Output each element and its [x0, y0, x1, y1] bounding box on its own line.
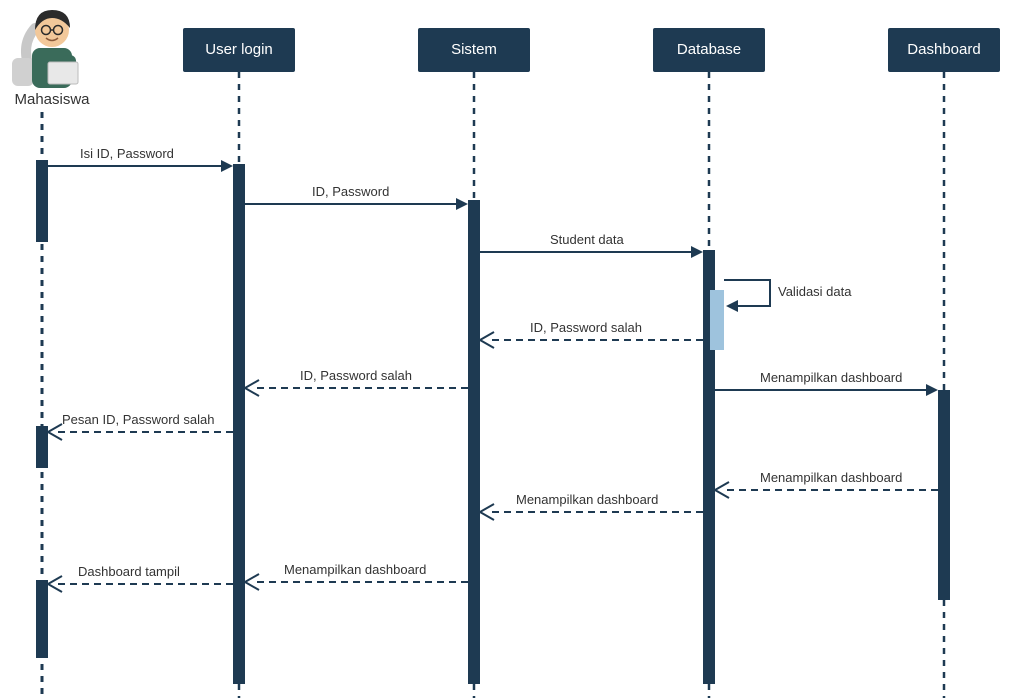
- message-m6: ID, Password salah: [245, 368, 468, 396]
- message-m4: Validasi data: [724, 280, 852, 312]
- label-m6: ID, Password salah: [300, 368, 412, 383]
- activation-sistem: [468, 200, 480, 684]
- message-m2: ID, Password: [245, 184, 468, 210]
- actor-label: Mahasiswa: [14, 91, 90, 108]
- activation-dashboard: [938, 390, 950, 600]
- database-label: Database: [677, 41, 741, 58]
- participant-dashboard: Dashboard: [888, 28, 1000, 72]
- activation-userlogin: [233, 164, 245, 684]
- message-m11: Menampilkan dashboard: [245, 562, 468, 590]
- label-m9: Menampilkan dashboard: [760, 470, 902, 485]
- message-m3: Student data: [480, 232, 703, 258]
- participant-sistem: Sistem: [418, 28, 530, 72]
- message-m7: Pesan ID, Password salah: [48, 412, 233, 440]
- dashboard-label: Dashboard: [907, 41, 980, 58]
- label-m2: ID, Password: [312, 184, 389, 199]
- label-m12: Dashboard tampil: [78, 564, 180, 579]
- message-m1: Isi ID, Password: [48, 146, 233, 172]
- activation-actor-3: [36, 580, 48, 658]
- message-m5: ID, Password salah: [480, 320, 703, 348]
- participant-database: Database: [653, 28, 765, 72]
- activation-actor-2: [36, 426, 48, 468]
- activation-actor-1: [36, 160, 48, 242]
- participant-userlogin: User login: [183, 28, 295, 72]
- label-m5: ID, Password salah: [530, 320, 642, 335]
- label-m10: Menampilkan dashboard: [516, 492, 658, 507]
- message-m12: Dashboard tampil: [48, 564, 233, 592]
- label-m11: Menampilkan dashboard: [284, 562, 426, 577]
- label-m4: Validasi data: [778, 284, 852, 299]
- sistem-label: Sistem: [451, 41, 497, 58]
- message-m8: Menampilkan dashboard: [715, 370, 938, 396]
- label-m3: Student data: [550, 232, 624, 247]
- message-m10: Menampilkan dashboard: [480, 492, 703, 520]
- label-m8: Menampilkan dashboard: [760, 370, 902, 385]
- message-m9: Menampilkan dashboard: [715, 470, 938, 498]
- label-m7: Pesan ID, Password salah: [62, 412, 214, 427]
- activation-database-nested: [710, 290, 724, 350]
- label-m1: Isi ID, Password: [80, 146, 174, 161]
- userlogin-label: User login: [205, 41, 273, 58]
- actor-mahasiswa: [12, 10, 78, 88]
